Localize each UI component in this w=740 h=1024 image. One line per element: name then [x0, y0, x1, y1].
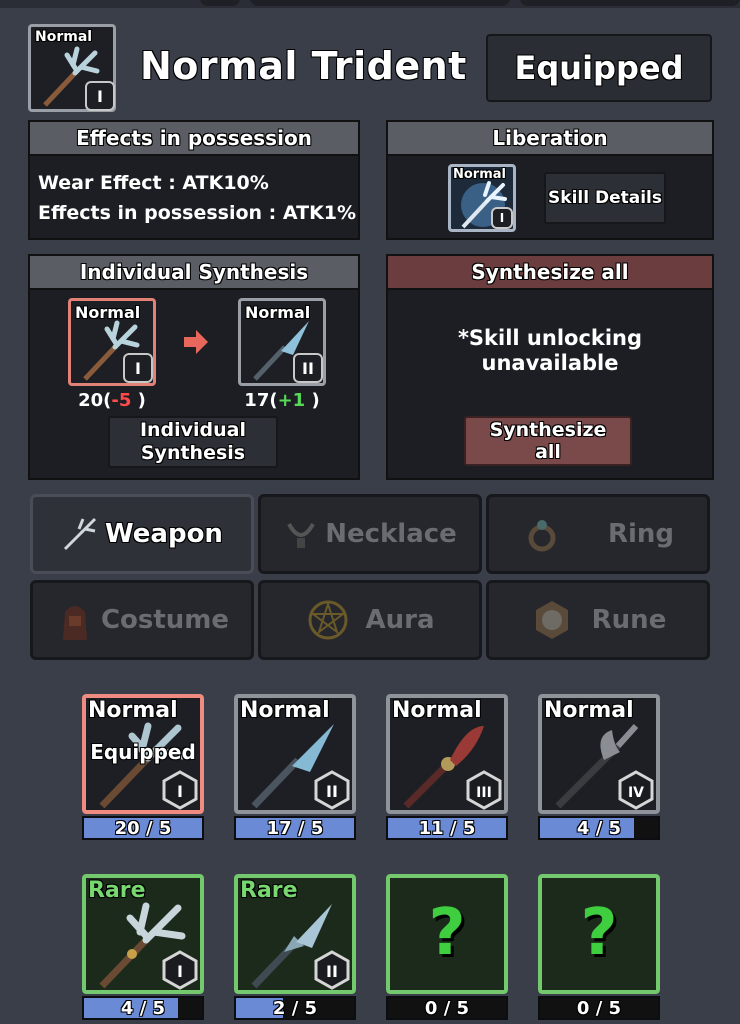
skill-unlock-notice: *Skill unlocking unavailable	[457, 326, 643, 375]
weapon-count-bar-2: 17 / 5	[234, 816, 356, 840]
wear-effect-text: Wear Effect : ATK10%	[38, 172, 269, 194]
effects-panel-title: Effects in possession	[30, 122, 358, 156]
tab-rune[interactable]: Rune	[486, 580, 710, 660]
weapon-card-normal-3[interactable]: Normal III	[386, 694, 508, 814]
weapon-count-bar-5: 4 / 5	[82, 996, 204, 1020]
liberation-panel-title: Liberation	[388, 122, 712, 156]
weapon-card-rare-2[interactable]: Rare II	[234, 874, 356, 994]
weapon-card-locked-1[interactable]: ?	[386, 874, 508, 994]
possession-effect-text: Effects in possession : ATK1%	[38, 202, 357, 224]
tab-weapon[interactable]: Weapon	[30, 494, 254, 574]
weapon-count-bar-6: 2 / 5	[234, 996, 356, 1020]
weapon-count-bar-1: 20 / 5	[82, 816, 204, 840]
weapon-count-bar-8: 0 / 5	[538, 996, 660, 1020]
synthesis-target-item[interactable]: Normal II	[238, 298, 326, 386]
pentagram-icon	[308, 600, 347, 640]
svg-text:II: II	[326, 782, 338, 801]
tab-aura[interactable]: Aura	[258, 580, 482, 660]
ring-icon	[528, 520, 556, 552]
tier-badge: II	[314, 950, 350, 990]
source-count: 20(-5 )	[78, 390, 146, 411]
liberation-panel: Liberation Normal I Skill Details	[386, 120, 714, 240]
effects-panel: Effects in possession Wear Effect : ATK1…	[28, 120, 360, 240]
tab-necklace[interactable]: Necklace	[258, 494, 482, 574]
svg-text:II: II	[326, 962, 338, 981]
top-status-strip	[0, 0, 740, 8]
svg-text:I: I	[177, 782, 183, 801]
tier-badge: I	[162, 950, 198, 990]
tier-badge: I	[162, 770, 198, 810]
question-mark-icon: ?	[580, 896, 618, 970]
tier-badge: I	[123, 353, 153, 383]
weapon-count-bar-3: 11 / 5	[386, 816, 508, 840]
individual-synthesis-button[interactable]: Individual Synthesis	[108, 416, 278, 468]
selected-item-icon[interactable]: Normal I	[28, 24, 116, 112]
target-count: 17(+1 )	[244, 390, 320, 411]
necklace-icon	[287, 522, 315, 548]
tab-costume[interactable]: Costume	[30, 580, 254, 660]
synthesize-all-panel: Synthesize all *Skill unlocking unavaila…	[386, 254, 714, 480]
question-mark-icon: ?	[428, 896, 466, 970]
weapon-card-normal-1[interactable]: Normal Equipped I	[82, 694, 204, 814]
tier-badge: III	[466, 770, 502, 810]
equipped-label: Equipped	[90, 740, 196, 764]
svg-text:I: I	[177, 962, 183, 981]
svg-text:III: III	[476, 785, 492, 801]
tier-badge: I	[85, 81, 115, 111]
tier-badge: II	[293, 353, 323, 383]
arrow-right-icon	[184, 330, 208, 354]
rune-icon	[535, 601, 568, 639]
weapon-card-locked-2[interactable]: ?	[538, 874, 660, 994]
svg-text:IV: IV	[628, 785, 644, 801]
tier-badge: I	[491, 207, 513, 229]
synthesize-all-title: Synthesize all	[388, 256, 712, 290]
equipped-button[interactable]: Equipped	[486, 34, 712, 102]
individual-synthesis-title: Individual Synthesis	[30, 256, 358, 290]
weapon-card-normal-4[interactable]: Normal IV	[538, 694, 660, 814]
skill-details-button[interactable]: Skill Details	[544, 172, 666, 224]
tier-badge: II	[314, 770, 350, 810]
synthesize-all-button[interactable]: Synthesize all	[464, 416, 632, 466]
weapon-count-bar-7: 0 / 5	[386, 996, 508, 1020]
weapon-count-bar-4: 4 / 5	[538, 816, 660, 840]
weapon-card-rare-1[interactable]: Rare I	[82, 874, 204, 994]
page-title: Normal Trident	[140, 44, 467, 88]
tier-badge: IV	[618, 770, 654, 810]
synthesis-source-item[interactable]: Normal I	[68, 298, 156, 386]
weapon-card-normal-2[interactable]: Normal II	[234, 694, 356, 814]
tab-ring[interactable]: Ring	[486, 494, 710, 574]
costume-icon	[62, 606, 87, 640]
trident-icon	[63, 517, 97, 551]
liberation-item-icon[interactable]: Normal I	[448, 164, 516, 232]
individual-synthesis-panel: Individual Synthesis Normal I Normal II …	[28, 254, 360, 480]
